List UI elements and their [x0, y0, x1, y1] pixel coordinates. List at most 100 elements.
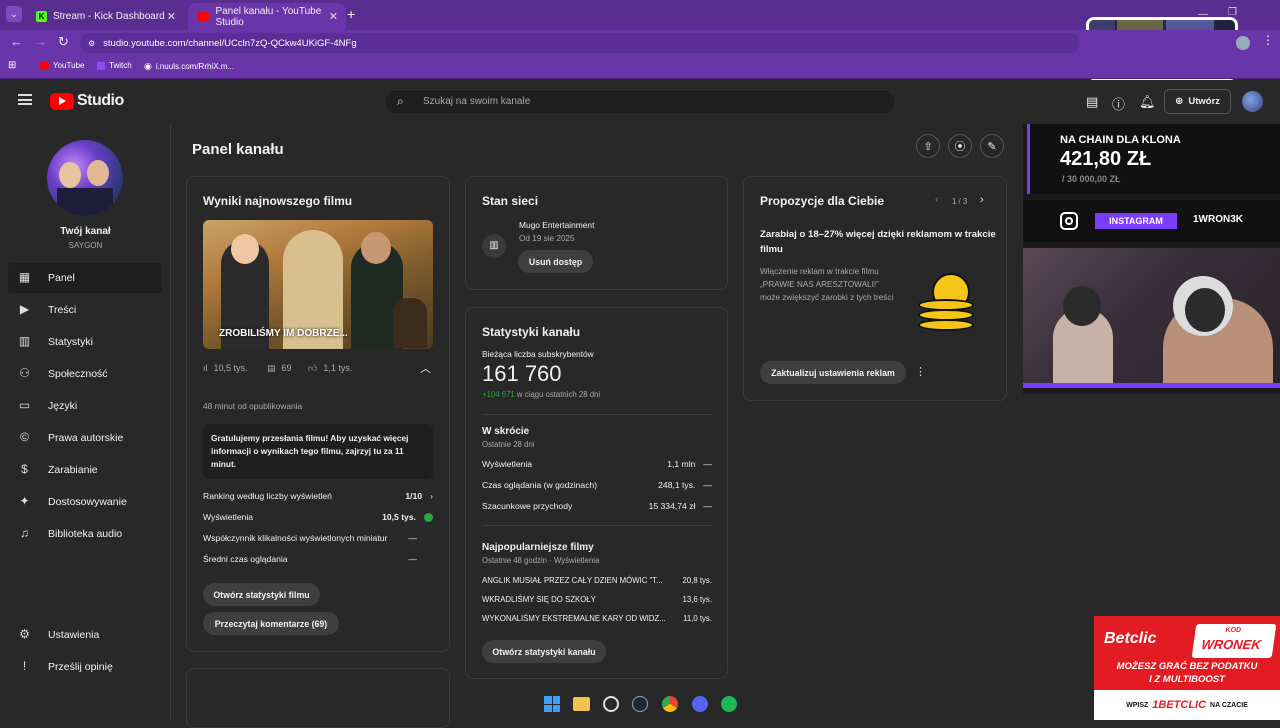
help-icon[interactable]: ⓘ: [1112, 94, 1125, 113]
sidebar-item-monetization[interactable]: $ Zarabianie: [8, 455, 162, 485]
instagram-handle: 1WRON3K: [1193, 214, 1244, 225]
card-title: Propozycje dla Ciebie: [760, 194, 885, 208]
card-title: Wyniki najnowszego filmu: [203, 194, 353, 208]
sidebar-item-panel[interactable]: ▦ Panel: [8, 263, 162, 293]
search-input[interactable]: Szukaj na swoim kanale: [423, 96, 530, 107]
windows-start-icon[interactable]: [544, 696, 560, 712]
search-icon: ⌕: [397, 94, 404, 108]
subtitles-icon: ▭: [18, 398, 31, 412]
tab-kick[interactable]: K Stream - Kick Dashboard ✕: [26, 3, 184, 30]
create-post-icon[interactable]: ✎: [980, 134, 1004, 158]
popular-row[interactable]: WYKONALIŚMY EKSTREMALNE KARY OD WIDZ... 1…: [482, 614, 712, 623]
sidebar-item-content[interactable]: ▶ Treści: [8, 295, 162, 325]
tab-youtube-studio[interactable]: Panel kanału - YouTube Studio ✕: [188, 3, 346, 30]
goal-title: NA CHAIN DLA KLONA: [1060, 134, 1181, 146]
tab-title: Stream - Kick Dashboard: [53, 11, 165, 22]
suggestion-body: Włączenie reklam w trakcie filmu „PRAWIE…: [760, 267, 894, 302]
forward-icon[interactable]: →: [34, 34, 47, 49]
taskbar: [0, 690, 1094, 720]
bar-chart-icon: ıl: [203, 363, 208, 373]
studio-logo[interactable]: Studio: [50, 92, 124, 110]
published-time: 48 minut od opublikowania: [203, 401, 303, 411]
popular-row[interactable]: WKRADLIŚMY SIĘ DO SZKOŁY 13,6 tys.: [482, 595, 712, 604]
back-icon[interactable]: ←: [10, 34, 23, 49]
tab-search-button[interactable]: ⌄: [6, 6, 22, 22]
main-content: Panel kanału ⇧ ⦿ ✎ Wyniki najnowszego fi…: [171, 124, 1023, 728]
reload-icon[interactable]: ↻: [58, 34, 69, 50]
tab-title: Panel kanału - YouTube Studio: [215, 5, 322, 28]
bookmark-nuuls[interactable]: ◉ i.nuuls.com/RrhiX.m...: [144, 61, 234, 72]
url-field[interactable]: ⚙ studio.youtube.com/channel/UCcln7zQ-QC…: [80, 33, 1080, 53]
more-options-icon[interactable]: ⋮: [915, 365, 926, 378]
menu-icon[interactable]: ⋮: [1262, 33, 1274, 47]
chevron-left-icon[interactable]: ‹: [935, 194, 939, 206]
site-info-icon[interactable]: ⚙: [88, 39, 95, 48]
latest-video-card: Wyniki najnowszego filmu ZROBILIŚMY IM D…: [186, 176, 450, 652]
steam-icon[interactable]: [632, 696, 648, 712]
channel-avatar[interactable]: [47, 140, 123, 216]
sidebar-item-analytics[interactable]: ▥ Statystyki: [8, 327, 162, 357]
maximize-icon[interactable]: ❐: [1228, 7, 1237, 18]
check-circle-icon: [424, 513, 433, 523]
comment-icon: ▤: [267, 363, 276, 373]
open-channel-stats-button[interactable]: Otwórz statystyki kanału: [482, 640, 606, 663]
sidebar-item-copyright[interactable]: © Prawa autorskie: [8, 423, 162, 453]
file-explorer-icon[interactable]: [573, 697, 590, 711]
close-icon[interactable]: ✕: [329, 10, 338, 23]
sidebar-item-settings[interactable]: ⚙ Ustawienia: [8, 620, 162, 650]
notifications-icon[interactable]: 🔔︎: [1139, 94, 1156, 110]
instagram-icon: [1060, 212, 1078, 230]
avatar[interactable]: [1242, 91, 1263, 112]
sidebar-item-customization[interactable]: ✦ Dostosowywanie: [8, 487, 162, 517]
analytics-icon: ▥: [18, 334, 31, 348]
copyright-icon: ©: [20, 430, 29, 444]
chevron-up-icon[interactable]: ︿: [420, 360, 431, 376]
create-button[interactable]: ⊕ Utwórz: [1164, 89, 1231, 114]
search-bar[interactable]: ⌕ Szukaj na swoim kanale: [384, 89, 896, 115]
kick-icon: K: [36, 11, 47, 22]
popular-title: Najpopularniejsze filmy: [482, 542, 594, 553]
chevron-right-icon[interactable]: ›: [980, 194, 984, 206]
goal-target: / 30 000,00 ZŁ: [1062, 174, 1121, 184]
hamburger-icon[interactable]: [18, 94, 32, 105]
go-live-icon[interactable]: ⦿: [948, 134, 972, 158]
remove-access-button[interactable]: Usuń dostęp: [518, 250, 593, 273]
summary-row-revenue: Szacunkowe przychody 15 334,74 zł —: [482, 501, 712, 511]
channel-name: SAYGON: [68, 241, 103, 250]
divider: [482, 525, 712, 526]
customize-icon: ✦: [19, 494, 30, 508]
video-thumbnail[interactable]: ZROBILIŚMY IM DOBRZE...: [203, 220, 433, 349]
profile-icon[interactable]: [1236, 36, 1250, 50]
discord-icon[interactable]: [692, 696, 708, 712]
betclic-brand: Betclic: [1104, 630, 1157, 647]
upload-icon[interactable]: ⇧: [916, 134, 940, 158]
stat-row-views: Wyświetlenia 10,5 tys.: [203, 512, 433, 523]
add-video-icon: ⊕: [1174, 96, 1184, 107]
sidebar-item-languages[interactable]: ▭ Języki: [8, 391, 162, 421]
subscribers-label: Bieżąca liczba subskrybentów: [482, 349, 594, 359]
sidebar-item-audio-library[interactable]: ♫ Biblioteka audio: [8, 519, 162, 549]
thumbs-up-icon: 👍︎: [308, 363, 318, 373]
betclic-line1: MOŻESZ GRAĆ BEZ PODATKU: [1116, 661, 1258, 672]
dollar-icon: $: [21, 462, 28, 476]
subtitles-shortcut-icon[interactable]: ▤: [1086, 94, 1098, 110]
sidebar-item-community[interactable]: ⚇ Społeczność: [8, 359, 162, 389]
stat-row-ranking[interactable]: Ranking według liczby wyświetleń 1/10 ›: [203, 491, 433, 501]
new-tab-button[interactable]: +: [347, 6, 355, 22]
minimize-icon[interactable]: —: [1198, 9, 1208, 20]
donation-goal: NA CHAIN DLA KLONA 421,80 ZŁ / 30 000,00…: [1027, 124, 1280, 194]
spotify-icon[interactable]: [721, 696, 737, 712]
open-video-stats-button[interactable]: Otwórz statystyki filmu: [203, 583, 320, 606]
app-icon[interactable]: [603, 696, 619, 712]
update-ad-settings-button[interactable]: Zaktualizuj ustawienia reklam: [760, 361, 906, 384]
chrome-icon[interactable]: [662, 696, 678, 712]
bookmarks-bar: ⊞ YouTube Twitch ◉ i.nuuls.com/RrhiX.m...: [0, 56, 1280, 79]
stream-overlay-column: NA CHAIN DLA KLONA 421,80 ZŁ / 30 000,00…: [1023, 124, 1280, 394]
sidebar-item-feedback[interactable]: ! Prześlij opinię: [8, 652, 162, 682]
bookmark-youtube[interactable]: YouTube: [40, 61, 84, 70]
bookmark-twitch[interactable]: Twitch: [97, 61, 132, 70]
read-comments-button[interactable]: Przeczytaj komentarze (69): [203, 612, 339, 635]
apps-icon[interactable]: ⊞: [8, 60, 16, 71]
popular-row[interactable]: ANGLIK MUSIAŁ PRZEZ CAŁY DZIEN MÓWIC "T.…: [482, 576, 712, 585]
close-icon[interactable]: ✕: [167, 10, 176, 23]
